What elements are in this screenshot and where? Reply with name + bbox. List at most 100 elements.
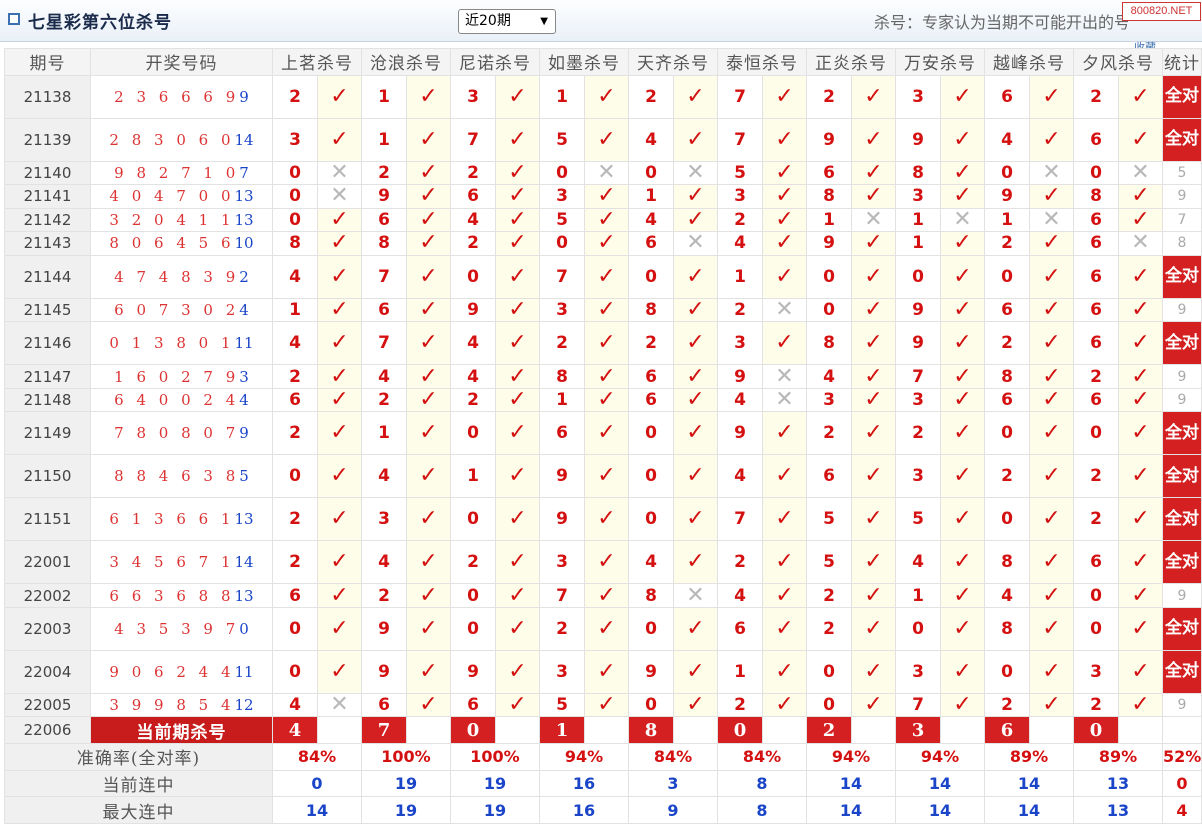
kill-number: 5	[539, 207, 585, 233]
check-icon: ✓	[673, 497, 718, 542]
kill-number: 0	[628, 411, 674, 456]
check-icon: ✓	[762, 583, 807, 608]
check-icon: ✓	[406, 297, 451, 323]
kill-number: 3	[895, 74, 941, 119]
draw-special: 4	[239, 391, 249, 410]
draw-special: 9	[239, 87, 249, 106]
kill-number: 3	[272, 117, 318, 162]
col-expert: 正炎杀号	[806, 48, 896, 76]
kill-number: 6	[539, 411, 585, 456]
check-icon: ✓	[762, 606, 807, 651]
kill-number: 2	[717, 297, 763, 323]
check-icon: ✓	[673, 411, 718, 456]
kill-number: 0	[450, 583, 496, 608]
draw-main: 0 1 3 8 0 1	[109, 334, 235, 353]
kill-number: 3	[895, 454, 941, 499]
favorite-link[interactable]: 收藏	[1134, 38, 1198, 48]
summary-total: 4	[1162, 796, 1202, 824]
kill-number: 9	[717, 411, 763, 456]
kill-number: 1	[984, 207, 1030, 233]
kill-number: 7	[895, 364, 941, 389]
draw-special: 5	[239, 467, 249, 486]
check-icon: ✓	[495, 540, 540, 585]
draw-special: 12	[234, 696, 254, 715]
kill-number: 0	[628, 606, 674, 651]
period-select[interactable]: 近20期 ▼	[458, 9, 556, 34]
check-icon: ✓	[1118, 297, 1163, 323]
check-icon: ✓	[673, 321, 718, 366]
kill-number: 2	[450, 540, 496, 585]
kill-number: 6	[1073, 387, 1119, 413]
site-logo[interactable]: 800820.NET	[1122, 2, 1201, 21]
kill-number: 0	[450, 254, 496, 299]
check-icon: ✓	[1029, 364, 1074, 389]
check-icon: ✓	[851, 321, 896, 366]
col-draw: 开奖号码	[90, 48, 273, 76]
kill-number: 0	[628, 160, 674, 186]
check-icon: ✓	[406, 184, 451, 209]
cross-icon: ✕	[317, 160, 362, 186]
summary-value: 84%	[717, 742, 807, 771]
check-icon: ✓	[762, 692, 807, 718]
kill-number: 6	[1073, 231, 1119, 256]
blank-cell	[317, 716, 362, 744]
check-icon: ✓	[1118, 321, 1163, 366]
current-period-row: 22006 当前期杀号 4 7 0 1 8 0 2 3 6 0	[4, 716, 1202, 744]
check-icon: ✓	[1118, 454, 1163, 499]
kill-note: 杀号：专家认为当期不可能开出的号码	[874, 13, 1128, 32]
check-icon: ✓	[851, 297, 896, 323]
check-icon: ✓	[406, 497, 451, 542]
summary-value: 14	[895, 769, 985, 798]
kill-number: 2	[717, 540, 763, 585]
kill-number: 3	[539, 297, 585, 323]
kill-number: 4	[895, 540, 941, 585]
check-icon: ✓	[1029, 321, 1074, 366]
kill-number: 4	[272, 321, 318, 366]
draw-numbers-cell: 8 0 6 4 5 610	[90, 231, 273, 256]
kill-number: 0	[450, 606, 496, 651]
draw-main: 4 3 5 3 9 7	[114, 619, 240, 638]
cross-icon: ✕	[940, 207, 985, 233]
draw-numbers-cell: 6 4 0 0 2 44	[90, 387, 273, 413]
kill-number: 4	[628, 540, 674, 585]
draw-numbers-cell: 0 1 3 8 0 111	[90, 321, 273, 366]
kill-number: 5	[717, 160, 763, 186]
draw-special: 13	[234, 586, 254, 605]
kill-number: 3	[450, 74, 496, 119]
draw-special: 13	[234, 210, 254, 229]
check-icon: ✓	[1118, 583, 1163, 608]
kill-number: 0	[895, 606, 941, 651]
period-cell: 21143	[4, 231, 91, 256]
check-icon: ✓	[940, 606, 985, 651]
kill-number: 6	[1073, 321, 1119, 366]
check-icon: ✓	[317, 117, 362, 162]
col-expert: 万安杀号	[895, 48, 985, 76]
kill-number: 2	[984, 692, 1030, 718]
check-icon: ✓	[406, 454, 451, 499]
check-icon: ✓	[495, 364, 540, 389]
summary-value: 14	[806, 769, 896, 798]
check-icon: ✓	[762, 231, 807, 256]
check-icon: ✓	[317, 454, 362, 499]
kill-number: 3	[361, 497, 407, 542]
check-icon: ✓	[851, 606, 896, 651]
check-icon: ✓	[762, 454, 807, 499]
kill-number: 6	[272, 583, 318, 608]
kill-number: 6	[361, 207, 407, 233]
kill-number: 0	[806, 692, 852, 718]
draw-numbers-cell: 6 0 7 3 0 24	[90, 297, 273, 323]
kill-number: 2	[984, 231, 1030, 256]
kill-number: 2	[1073, 364, 1119, 389]
check-icon: ✓	[1118, 74, 1163, 119]
check-icon: ✓	[1029, 117, 1074, 162]
check-icon: ✓	[1118, 649, 1163, 694]
summary-value: 3	[628, 769, 718, 798]
kill-number: 2	[450, 231, 496, 256]
check-icon: ✓	[851, 160, 896, 186]
col-expert: 如墨杀号	[539, 48, 629, 76]
table-row: 21147 1 6 0 2 7 93 2 ✓ 4 ✓ 4 ✓ 8 ✓ 6 ✓ 9 ✕ 4 ✓ 7 ✓ 8 ✓ 2 ✓ 9	[4, 364, 1202, 389]
check-icon: ✓	[1029, 184, 1074, 209]
stat-cell: 全对	[1162, 411, 1202, 456]
check-icon: ✓	[1029, 540, 1074, 585]
check-icon: ✓	[495, 231, 540, 256]
